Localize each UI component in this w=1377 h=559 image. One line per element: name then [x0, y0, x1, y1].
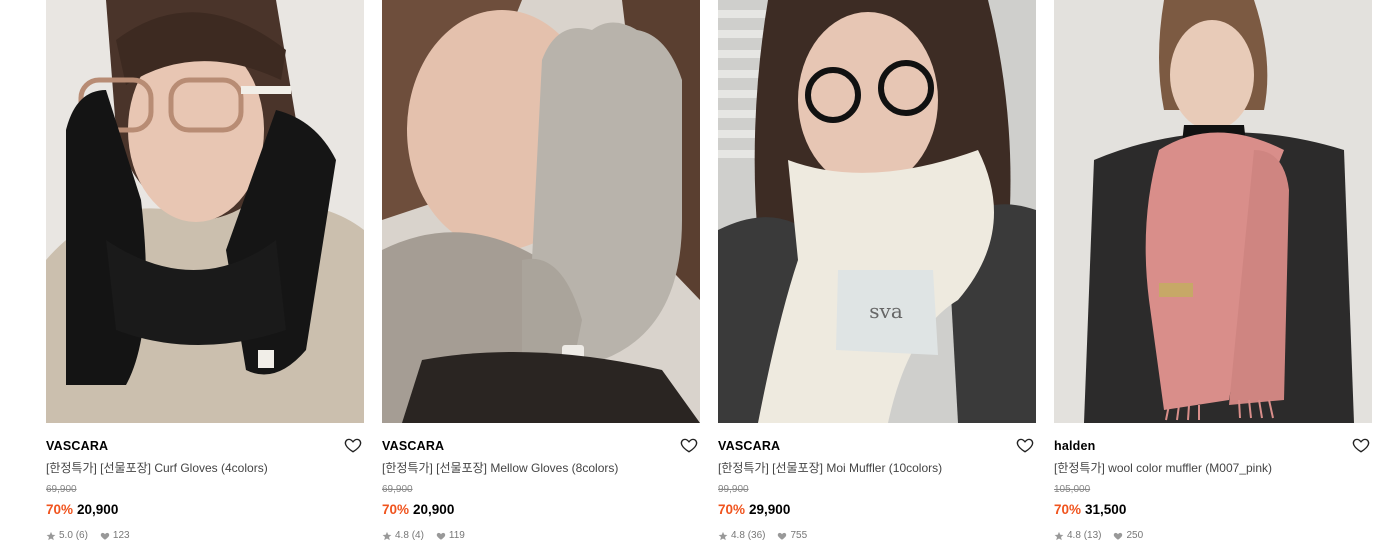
product-meta: 4.8 (13) 250 [1054, 530, 1372, 542]
brand-name[interactable]: VASCARA [718, 437, 1036, 455]
price-row: 70% 20,900 [46, 502, 364, 518]
star-icon [718, 531, 728, 541]
product-card[interactable]: sva VASCARA [한정특가] [선물포장] Moi Muffler (1… [718, 0, 1036, 559]
rating-value: 5.0 [59, 530, 73, 541]
star-icon [46, 531, 56, 541]
star-icon [382, 531, 392, 541]
original-price: 69,900 [382, 484, 413, 495]
original-price: 99,900 [718, 484, 749, 495]
like-count: 119 [448, 530, 465, 541]
product-grid: VASCARA [한정특가] [선물포장] Curf Gloves (4colo… [0, 0, 1377, 559]
sale-price: 29,900 [749, 502, 791, 517]
original-price: 69,900 [46, 484, 77, 495]
price-row: 70% 29,900 [718, 502, 1036, 518]
like-count: 250 [1126, 530, 1144, 541]
product-card[interactable]: halden [한정특가] wool color muffler (M007_p… [1054, 0, 1372, 559]
product-image[interactable]: sva [718, 0, 1036, 423]
rating-value: 4.8 [395, 530, 409, 541]
product-meta: 5.0 (6) 123 [46, 530, 364, 542]
rating-value: 4.8 [731, 530, 745, 541]
wishlist-heart-icon[interactable] [1352, 436, 1370, 454]
discount-rate: 70% [1054, 502, 1082, 517]
heart-filled-icon [777, 531, 787, 541]
sale-price: 31,500 [1085, 502, 1127, 517]
product-meta: 4.8 (36) 755 [718, 530, 1036, 542]
heart-filled-icon [1113, 531, 1123, 541]
review-count: (6) [75, 530, 88, 541]
sale-price: 20,900 [413, 502, 455, 517]
product-name[interactable]: [한정특가] [선물포장] Moi Muffler (10colors) [718, 460, 1036, 476]
brand-name[interactable]: VASCARA [46, 437, 364, 455]
product-name[interactable]: [한정특가] wool color muffler (M007_pink) [1054, 460, 1372, 476]
review-count: (4) [411, 530, 424, 541]
price-row: 70% 20,900 [382, 502, 700, 518]
discount-rate: 70% [46, 502, 74, 517]
heart-filled-icon [100, 531, 110, 541]
rating-value: 4.8 [1067, 530, 1081, 541]
brand-name[interactable]: halden [1054, 437, 1372, 455]
discount-rate: 70% [382, 502, 410, 517]
product-name[interactable]: [한정특가] [선물포장] Mellow Gloves (8colors) [382, 460, 700, 476]
product-image[interactable] [382, 0, 700, 423]
price-row: 70% 31,500 [1054, 502, 1372, 518]
product-card[interactable]: VASCARA [한정특가] [선물포장] Mellow Gloves (8co… [382, 0, 700, 559]
sale-price: 20,900 [77, 502, 119, 517]
brand-name[interactable]: VASCARA [382, 437, 700, 455]
original-price: 105,000 [1054, 484, 1091, 495]
review-count: (13) [1083, 530, 1102, 541]
wishlist-heart-icon[interactable] [1016, 436, 1034, 454]
product-card[interactable]: VASCARA [한정특가] [선물포장] Curf Gloves (4colo… [46, 0, 364, 559]
heart-filled-icon [436, 531, 446, 541]
discount-rate: 70% [718, 502, 746, 517]
wishlist-heart-icon[interactable] [680, 436, 698, 454]
like-count: 755 [790, 530, 808, 541]
star-icon [1054, 531, 1064, 541]
product-name[interactable]: [한정특가] [선물포장] Curf Gloves (4colors) [46, 460, 364, 476]
like-count: 123 [112, 530, 130, 541]
wishlist-heart-icon[interactable] [344, 436, 362, 454]
product-image[interactable] [46, 0, 364, 423]
product-image[interactable] [1054, 0, 1372, 423]
svg-text:sva: sva [869, 299, 903, 323]
product-meta: 4.8 (4) 119 [382, 530, 700, 542]
review-count: (36) [747, 530, 766, 541]
